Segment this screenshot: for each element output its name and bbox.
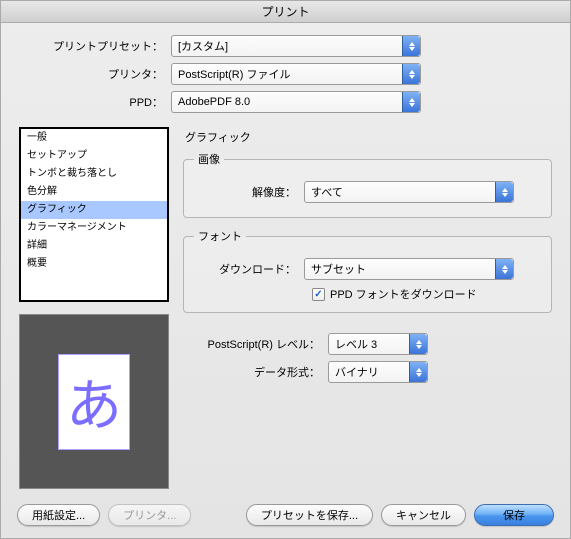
ppd-fonts-checkbox[interactable]: ✓ [312,288,325,301]
save-preset-button[interactable]: プリセットを保存... [246,504,373,526]
list-item[interactable]: 詳細 [21,237,167,255]
resolution-select[interactable]: すべて [304,181,514,203]
ppd-select[interactable]: AdobePDF 8.0 [171,91,421,113]
chevron-updown-icon [495,259,513,279]
printer-label: プリンタ： [21,66,171,82]
list-item[interactable]: セットアップ [21,147,167,165]
list-item[interactable]: 一般 [21,129,167,147]
page-preview: あ [19,314,169,489]
chevron-updown-icon [409,362,427,382]
preset-select[interactable]: [カスタム] [171,35,421,57]
printer-select[interactable]: PostScript(R) ファイル [171,63,421,85]
preview-page: あ [58,354,130,450]
list-item[interactable]: 概要 [21,255,167,273]
ppd-label: PPD： [21,94,171,110]
preview-character: あ [66,361,122,442]
ps-level-select[interactable]: レベル 3 [328,333,428,355]
list-item[interactable]: トンボと裁ち落とし [21,165,167,183]
image-group: 画像 解像度： すべて [183,151,552,218]
printer-value: PostScript(R) ファイル [178,66,290,82]
preset-label: プリントプリセット： [21,38,171,54]
list-item[interactable]: カラーマネージメント [21,219,167,237]
ps-level-value: レベル 3 [335,336,377,352]
download-select[interactable]: サブセット [304,258,514,280]
save-button[interactable]: 保存 [474,504,554,526]
printer-button: プリンタ... [108,504,191,526]
cancel-button[interactable]: キャンセル [381,504,466,526]
image-legend: 画像 [194,151,224,167]
font-legend: フォント [194,228,246,244]
data-format-select[interactable]: バイナリ [328,361,428,383]
chevron-updown-icon [402,64,420,84]
list-item[interactable]: 色分解 [21,183,167,201]
resolution-label: 解像度： [194,184,304,200]
data-format-label: データ形式： [183,364,328,380]
ps-level-label: PostScript(R) レベル： [183,336,328,352]
preset-value: [カスタム] [178,38,228,54]
list-item[interactable]: グラフィック [21,201,167,219]
ppd-value: AdobePDF 8.0 [178,96,250,108]
ppd-fonts-label: PPD フォントをダウンロード [330,286,477,302]
category-list[interactable]: 一般 セットアップ トンボと裁ち落とし 色分解 グラフィック カラーマネージメン… [19,127,169,302]
chevron-updown-icon [409,334,427,354]
chevron-updown-icon [402,92,420,112]
data-format-value: バイナリ [335,364,379,380]
panel-title: グラフィック [185,129,552,145]
window-title: プリント [1,1,570,23]
font-group: フォント ダウンロード： サブセット ✓ PPD フォントをダウンロード [183,228,552,313]
download-label: ダウンロード： [194,261,304,277]
page-setup-button[interactable]: 用紙設定... [17,504,100,526]
chevron-updown-icon [495,182,513,202]
download-value: サブセット [311,261,366,277]
resolution-value: すべて [311,184,343,200]
chevron-updown-icon [402,36,420,56]
